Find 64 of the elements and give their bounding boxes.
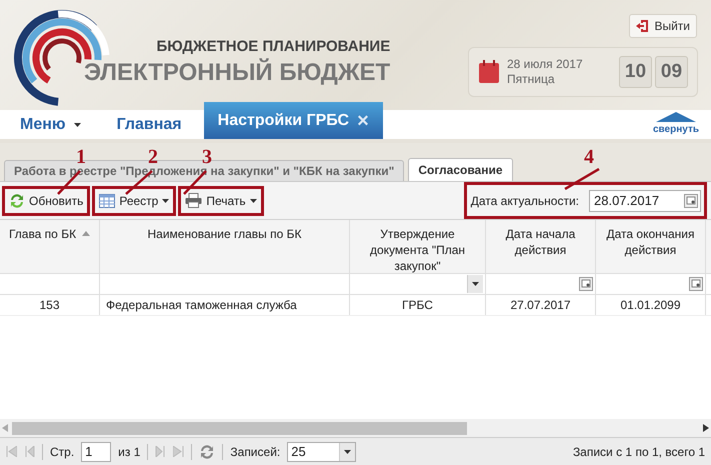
system-title: ЭЛЕКТРОННЫЙ БЮДЖЕТ xyxy=(84,58,390,86)
refresh-icon[interactable] xyxy=(199,444,216,460)
date-value: 28.07.2017 xyxy=(594,192,660,210)
toolbar-button[interactable]: Реестр xyxy=(95,190,174,212)
column-header[interactable]: Утверждение документа "План закупок" xyxy=(350,220,486,273)
column-title: Наименование главы по БК xyxy=(147,226,302,243)
column-title: Дата начала действия xyxy=(504,226,576,259)
scrollbar-thumb[interactable] xyxy=(12,422,467,434)
weekday-text: Пятница xyxy=(507,72,556,87)
calendar-icon[interactable] xyxy=(689,277,703,291)
table-cell-text: ГРБС xyxy=(401,297,434,314)
records-value: 25 xyxy=(291,442,306,461)
caret-icon xyxy=(74,122,81,126)
table-cell-text: 153 xyxy=(38,297,61,314)
column-header[interactable]: Дата окончания действия xyxy=(596,220,706,273)
toolbar-button[interactable]: Обновить xyxy=(5,190,88,212)
page-label: Стр. xyxy=(50,444,74,460)
menu-button[interactable]: Меню xyxy=(20,110,81,139)
table-cell-text: 27.07.2017 xyxy=(509,297,572,314)
records-summary: Записи с 1 по 1, всего 1 xyxy=(572,444,705,460)
column-title: Утверждение документа "План закупок" xyxy=(368,226,466,273)
nav-tab[interactable]: Настройки ГРБС × xyxy=(204,102,383,139)
scroll-left-icon[interactable] xyxy=(2,424,8,432)
refresh-icon xyxy=(9,192,25,208)
date-text: 28 июля 2017 xyxy=(507,57,583,72)
minutes-display: 09 xyxy=(655,56,688,88)
table-icon xyxy=(99,194,116,208)
dropdown-button[interactable] xyxy=(467,275,483,293)
annotation-number: 4 xyxy=(584,146,594,168)
column-header[interactable]: Дата начала действия xyxy=(486,220,596,273)
hours-display: 10 xyxy=(619,56,652,88)
exit-icon xyxy=(636,20,650,32)
table-row[interactable]: 153 Федеральная таможенная служба ГРБС 27.07.2017 01.01.2099 xyxy=(0,295,711,316)
scroll-right-icon[interactable] xyxy=(703,424,709,432)
column-title: Дата окончания действия xyxy=(605,226,696,259)
calendar-icon[interactable] xyxy=(684,194,698,208)
collapse-button[interactable]: свернуть xyxy=(652,110,699,139)
tab[interactable]: Согласование xyxy=(408,158,513,181)
date-field[interactable]: 28.07.2017 xyxy=(589,190,701,212)
caret-icon xyxy=(472,282,479,286)
date-label: Дата актуальности: xyxy=(470,192,579,210)
table-cell-text: 01.01.2099 xyxy=(619,297,682,314)
collapse-arrow-icon xyxy=(656,112,696,122)
last-page-icon[interactable] xyxy=(173,446,184,457)
next-page-icon[interactable] xyxy=(155,446,166,457)
calendar-icon[interactable] xyxy=(579,277,593,291)
caret-icon xyxy=(344,450,352,454)
previous-page-icon[interactable] xyxy=(24,446,35,457)
horizontal-scrollbar[interactable] xyxy=(0,419,711,437)
toolbar-button[interactable]: Печать xyxy=(181,190,261,212)
first-page-icon[interactable] xyxy=(6,446,17,457)
page-count: из 1 xyxy=(118,444,140,460)
printer-icon xyxy=(185,193,202,208)
page-field[interactable]: 1 xyxy=(81,442,112,462)
column-title: Глава по БК xyxy=(8,226,76,243)
calendar-icon xyxy=(478,60,500,84)
table-cell-text: Федеральная таможенная служба xyxy=(105,297,298,314)
nav-tab[interactable]: Главная xyxy=(116,110,182,139)
column-header[interactable]: Глава по БК xyxy=(0,220,100,273)
exit-button[interactable]: Выйти xyxy=(629,14,697,38)
records-dropdown[interactable]: 25 xyxy=(287,442,356,462)
column-header[interactable]: Наименование главы по БК xyxy=(100,220,350,273)
system-subtitle: БЮДЖЕТНОЕ ПЛАНИРОВАНИЕ xyxy=(156,37,390,57)
records-label: Записей: xyxy=(230,444,280,460)
